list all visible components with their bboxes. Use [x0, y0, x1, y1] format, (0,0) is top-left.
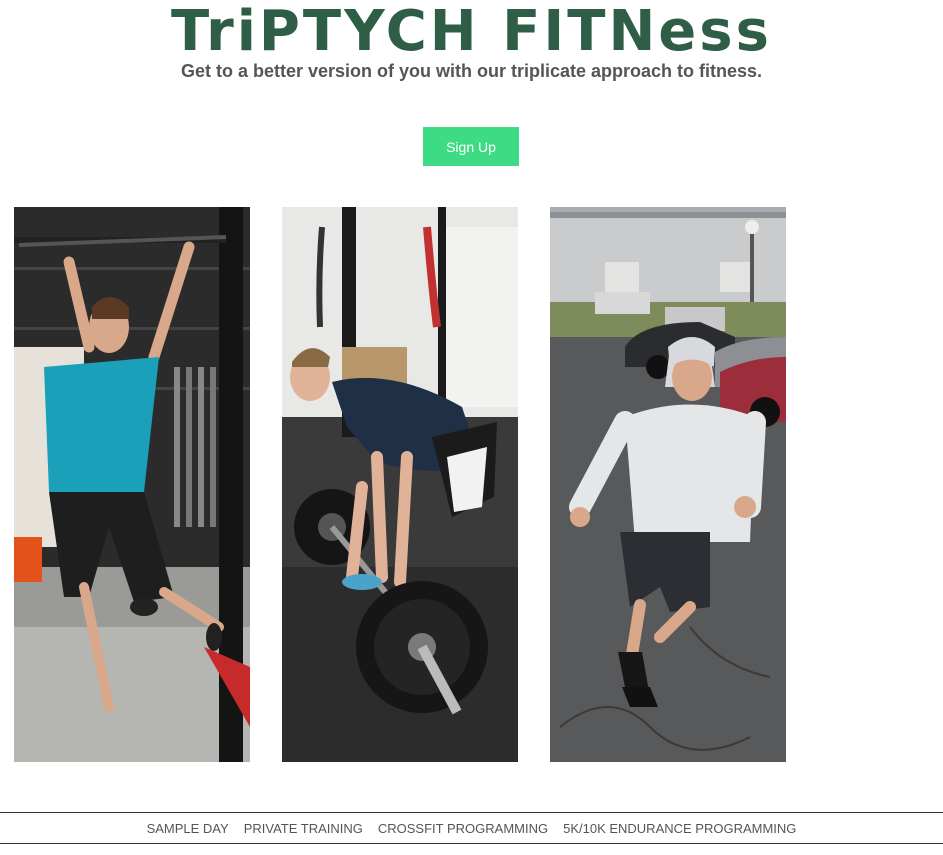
- nav-link-private-training[interactable]: PRIVATE TRAINING: [244, 821, 363, 836]
- photo-pullup: [14, 207, 250, 762]
- nav-link-sample-day[interactable]: SAMPLE DAY: [147, 821, 229, 836]
- footer-nav: SAMPLE DAY PRIVATE TRAINING CROSSFIT PRO…: [0, 814, 943, 843]
- tagline: Get to a better version of you with our …: [180, 61, 763, 81]
- footer-bottom-border: [0, 843, 943, 844]
- photo-deadlift: [282, 207, 518, 762]
- sign-up-button[interactable]: Sign Up: [423, 127, 519, 166]
- nav-link-endurance-programming[interactable]: 5K/10K ENDURANCE PROGRAMMING: [563, 821, 796, 836]
- nav-link-crossfit-programming[interactable]: CROSSFIT PROGRAMMING: [378, 821, 548, 836]
- site-logo: TriPTYCH FITNess: [171, 0, 772, 64]
- photo-running: [550, 207, 786, 762]
- footer-top-border: [0, 812, 943, 813]
